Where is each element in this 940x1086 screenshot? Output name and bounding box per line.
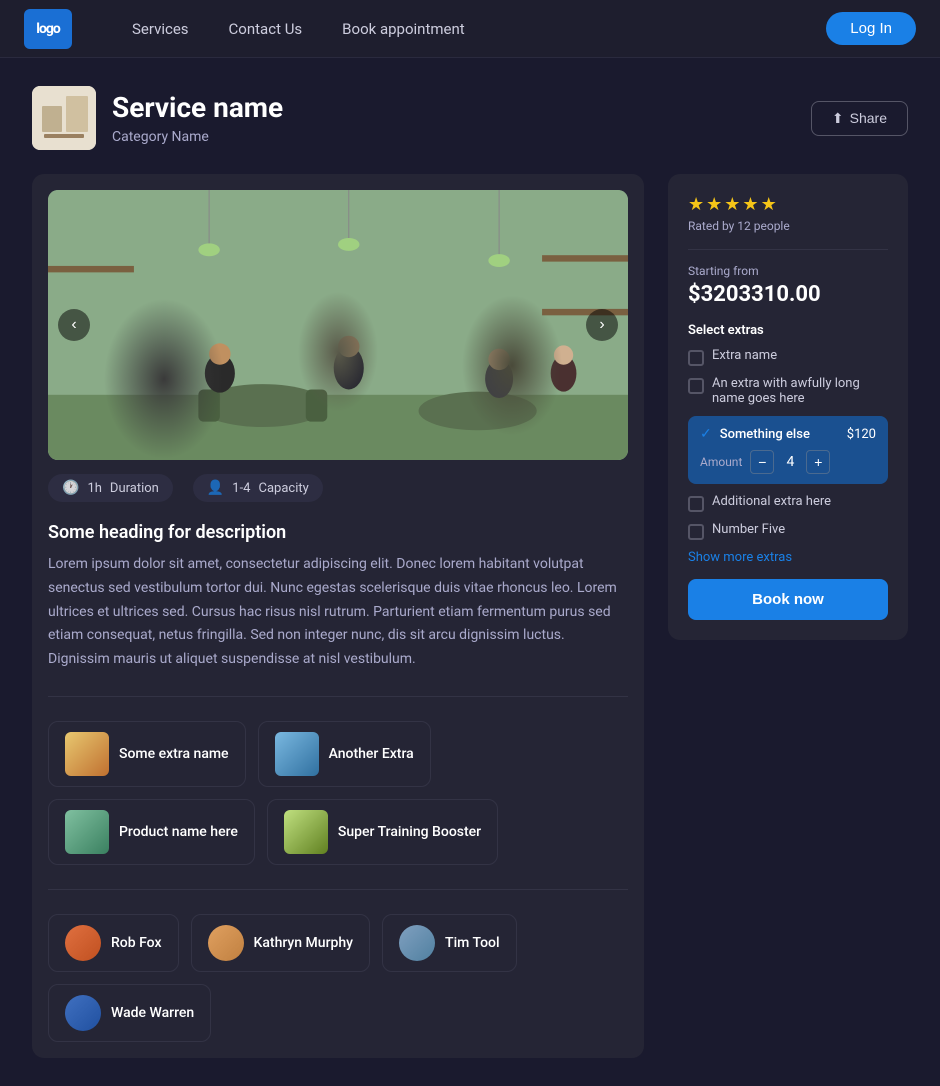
extra-item-3-selected: ✓ Something else $120 Amount − 4 + — [688, 416, 888, 484]
service-meta: 🕐 1h Duration 👤 1-4 Capacity — [48, 474, 628, 502]
team-card-1[interactable]: Rob Fox — [48, 914, 179, 972]
page-content: Service name Category Name ⬆ Share — [0, 58, 940, 1086]
extra-checkbox-1[interactable] — [688, 350, 704, 366]
gallery-wrap: ‹ › — [48, 190, 628, 460]
team-name-1: Rob Fox — [111, 935, 162, 951]
extra-item-5: Number Five — [688, 522, 888, 540]
product-image-2 — [275, 732, 319, 776]
product-name-3: Product name here — [119, 824, 238, 840]
product-name-2: Another Extra — [329, 746, 414, 762]
gallery-next-button[interactable]: › — [586, 309, 618, 341]
main-right: ★ ★ ★ ★ ★ Rated by 12 people Starting fr… — [668, 174, 908, 640]
product-card-1[interactable]: Some extra name — [48, 721, 246, 787]
logo-icon: logo — [24, 9, 72, 49]
product-name-1: Some extra name — [119, 746, 229, 762]
logo[interactable]: logo — [24, 9, 72, 49]
extra-name-3: Something else — [720, 427, 839, 442]
product-image-3 — [65, 810, 109, 854]
service-info: Service name Category Name — [112, 91, 283, 145]
extra-item-4: Additional extra here — [688, 494, 888, 512]
nav-book[interactable]: Book appointment — [322, 0, 484, 58]
service-header-left: Service name Category Name — [32, 86, 283, 150]
product-image-1 — [65, 732, 109, 776]
description-heading: Some heading for description — [48, 522, 628, 543]
divider-1 — [48, 696, 628, 697]
extra-checkbox-5[interactable] — [688, 524, 704, 540]
starting-from-label: Starting from — [688, 264, 888, 278]
people-icon: 👤 — [207, 480, 224, 496]
extra-3-header: ✓ Something else $120 — [700, 426, 876, 442]
nav-services[interactable]: Services — [112, 0, 209, 58]
divider-2 — [48, 889, 628, 890]
service-category: Category Name — [112, 129, 283, 145]
nav-actions: Log In — [826, 12, 916, 45]
extra-price-3: $120 — [847, 427, 876, 442]
service-header: Service name Category Name ⬆ Share — [32, 86, 908, 150]
star-2: ★ — [706, 194, 722, 215]
product-card-2[interactable]: Another Extra — [258, 721, 431, 787]
capacity-badge: 👤 1-4 Capacity — [193, 474, 323, 502]
booking-card: ★ ★ ★ ★ ★ Rated by 12 people Starting fr… — [668, 174, 908, 640]
share-icon: ⬆ — [832, 110, 844, 127]
description-text: Lorem ipsum dolor sit amet, consectetur … — [48, 553, 628, 672]
gallery-prev-button[interactable]: ‹ — [58, 309, 90, 341]
avatar-3 — [399, 925, 435, 961]
product-card-3[interactable]: Product name here — [48, 799, 255, 865]
clock-icon: 🕐 — [62, 480, 79, 496]
extra-3-checkmark-icon: ✓ — [700, 426, 712, 442]
gallery-card: ‹ › 🕐 1h Duration 👤 1-4 Capacity — [32, 174, 644, 1058]
team-card-4[interactable]: Wade Warren — [48, 984, 211, 1042]
price-display: $3203310.00 — [688, 282, 888, 307]
products-grid: Some extra name Another Extra Product na… — [48, 721, 628, 865]
extra-name-1: Extra name — [712, 348, 888, 363]
product-card-4[interactable]: Super Training Booster — [267, 799, 498, 865]
extras-label: Select extras — [688, 323, 888, 338]
extra-item-2: An extra with awfully long name goes her… — [688, 376, 888, 406]
team-name-3: Tim Tool — [445, 935, 500, 951]
main-left: ‹ › 🕐 1h Duration 👤 1-4 Capacity — [32, 174, 644, 1058]
amount-value: 4 — [782, 454, 798, 470]
login-button[interactable]: Log In — [826, 12, 916, 45]
team-row: Rob Fox Kathryn Murphy Tim Tool Wade War… — [48, 914, 628, 1042]
extra-name-5: Number Five — [712, 522, 888, 537]
amount-control: Amount − 4 + — [700, 450, 876, 474]
extra-item-1: Extra name — [688, 348, 888, 366]
share-button[interactable]: ⬆ Share — [811, 101, 908, 136]
star-4: ★ — [742, 194, 758, 215]
extra-checkbox-2[interactable] — [688, 378, 704, 394]
book-now-button[interactable]: Book now — [688, 579, 888, 620]
avatar-1 — [65, 925, 101, 961]
extra-checkbox-4[interactable] — [688, 496, 704, 512]
navbar: logo Services Contact Us Book appointmen… — [0, 0, 940, 58]
rating-stars: ★ ★ ★ ★ ★ — [688, 194, 888, 215]
gallery-image — [48, 190, 628, 460]
amount-increase-button[interactable]: + — [806, 450, 830, 474]
amount-label: Amount — [700, 455, 742, 469]
avatar-4 — [65, 995, 101, 1031]
star-1: ★ — [688, 194, 704, 215]
team-name-2: Kathryn Murphy — [254, 935, 354, 951]
duration-badge: 🕐 1h Duration — [48, 474, 173, 502]
extra-name-4: Additional extra here — [712, 494, 888, 509]
product-name-4: Super Training Booster — [338, 824, 481, 840]
nav-links: Services Contact Us Book appointment — [112, 0, 826, 58]
star-5: ★ — [761, 194, 777, 215]
team-card-2[interactable]: Kathryn Murphy — [191, 914, 371, 972]
amount-decrease-button[interactable]: − — [750, 450, 774, 474]
nav-contact[interactable]: Contact Us — [209, 0, 323, 58]
team-card-3[interactable]: Tim Tool — [382, 914, 517, 972]
main-layout: ‹ › 🕐 1h Duration 👤 1-4 Capacity — [32, 174, 908, 1058]
service-thumbnail — [32, 86, 96, 150]
avatar-2 — [208, 925, 244, 961]
extra-name-2: An extra with awfully long name goes her… — [712, 376, 888, 406]
star-3: ★ — [724, 194, 740, 215]
team-name-4: Wade Warren — [111, 1005, 194, 1021]
show-more-extras[interactable]: Show more extras — [688, 550, 888, 565]
rating-text: Rated by 12 people — [688, 219, 888, 233]
product-image-4 — [284, 810, 328, 854]
divider-booking — [688, 249, 888, 250]
service-title: Service name — [112, 91, 283, 125]
